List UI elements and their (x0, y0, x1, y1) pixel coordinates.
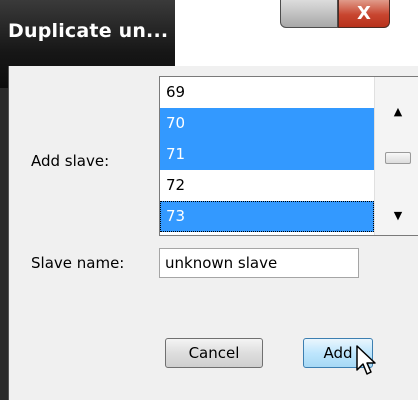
close-button[interactable]: X (338, 0, 390, 28)
close-icon: X (357, 3, 371, 24)
slave-name-label: Slave name: (31, 254, 125, 272)
add-slave-label: Add slave: (31, 152, 110, 170)
vertical-scrollbar[interactable]: ▲ ▼ (374, 77, 418, 235)
list-item[interactable]: 70 (160, 108, 374, 139)
cancel-button[interactable]: Cancel (165, 338, 263, 368)
up-triangle-icon[interactable]: ▲ (375, 101, 418, 121)
slave-list: 69 70 71 72 73 (160, 77, 374, 232)
list-item[interactable]: 73 (160, 201, 374, 232)
dialog-window: Duplicate un... X Add slave: 69 70 71 72… (0, 0, 418, 400)
slave-name-input[interactable]: unknown slave (159, 248, 359, 278)
scroll-thumb[interactable] (385, 152, 411, 164)
down-triangle-icon[interactable]: ▼ (375, 205, 418, 225)
slave-listbox[interactable]: 69 70 71 72 73 ▲ ▼ (159, 76, 418, 236)
list-item[interactable]: 69 (160, 77, 374, 108)
minimize-maximize-button[interactable] (280, 0, 338, 28)
dialog-title: Duplicate un... (8, 20, 169, 42)
mouse-pointer-icon (356, 345, 376, 375)
list-item[interactable]: 71 (160, 139, 374, 170)
list-item[interactable]: 72 (160, 170, 374, 201)
dialog-content: Add slave: 69 70 71 72 73 ▲ ▼ Slave name… (8, 66, 418, 400)
